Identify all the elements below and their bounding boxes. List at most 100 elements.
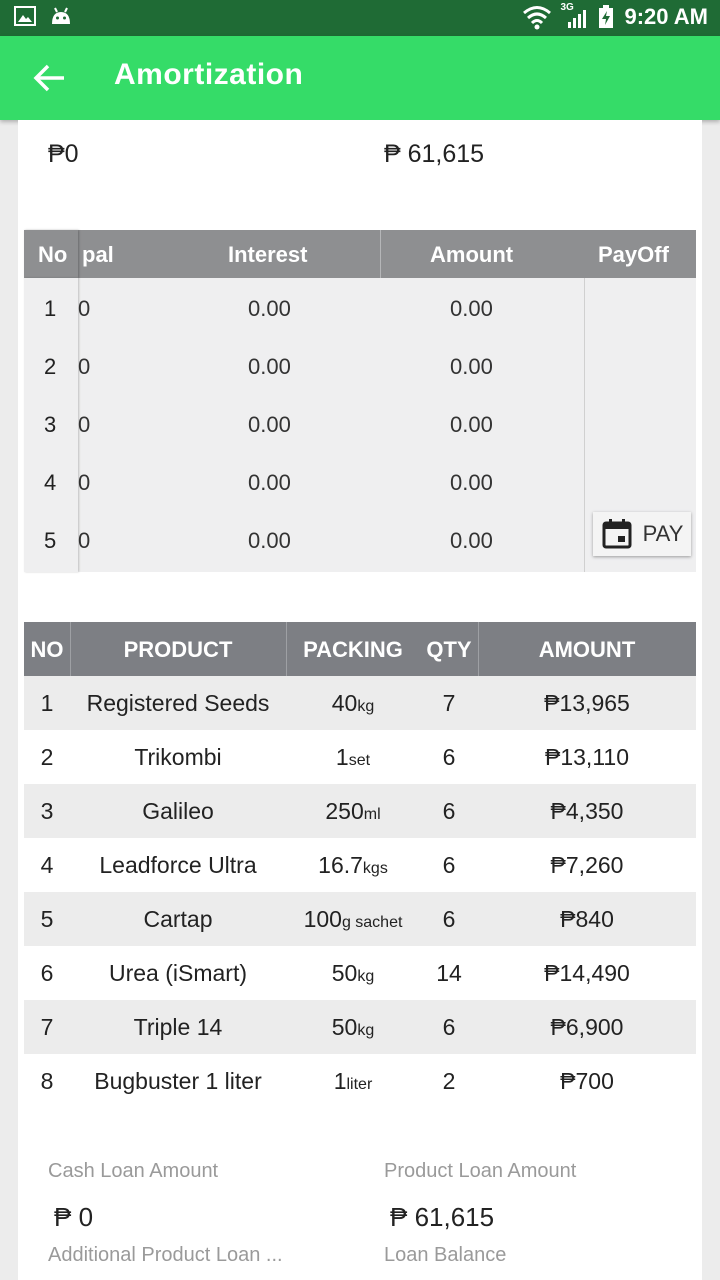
qty-cell: 6 bbox=[442, 852, 456, 878]
pay-button-label: PAY bbox=[642, 521, 684, 546]
row-number: 2 bbox=[44, 354, 57, 379]
packing-unit: kg bbox=[357, 968, 375, 985]
qty-cell: 6 bbox=[442, 906, 456, 932]
no-cell: 3 bbox=[40, 798, 54, 824]
packing-size: 50 bbox=[331, 960, 358, 986]
amortization-table[interactable]: pal Interest Amount PayOff No 0 0.00 0.0… bbox=[24, 230, 696, 572]
col-packing: PACKING bbox=[303, 637, 403, 662]
row-number: 5 bbox=[44, 528, 57, 553]
packing-cell: 40kg bbox=[286, 690, 420, 717]
product-cell: Trikombi bbox=[134, 744, 222, 770]
packing-size: 1 bbox=[335, 744, 349, 770]
product-cell: Cartap bbox=[143, 906, 213, 932]
principal-cell: 0 bbox=[78, 528, 91, 553]
table-row: 2 Trikombi 1set 6 ₱13,110 bbox=[24, 730, 696, 784]
pay-button[interactable]: PAY bbox=[593, 512, 691, 556]
packing-cell: 1liter bbox=[286, 1068, 420, 1095]
interest-cell: 0.00 bbox=[248, 296, 291, 321]
table-row: 4 Leadforce Ultra 16.7kgs 6 ₱7,260 bbox=[24, 838, 696, 892]
col-qty: QTY bbox=[426, 637, 472, 662]
no-cell: 2 bbox=[40, 744, 54, 770]
amount-cell: ₱7,260 bbox=[550, 852, 624, 878]
interest-cell: 0.00 bbox=[248, 528, 291, 553]
packing-cell: 100g sachet bbox=[286, 906, 420, 933]
packing-size: 50 bbox=[331, 1014, 358, 1040]
amount-cell: ₱840 bbox=[560, 906, 614, 932]
packing-unit: kg bbox=[357, 698, 375, 715]
table-row: 8 Bugbuster 1 liter 1liter 2 ₱700 bbox=[24, 1054, 696, 1108]
table-row: 7 Triple 14 50kg 6 ₱6,900 bbox=[24, 1000, 696, 1054]
packing-cell: 250ml bbox=[286, 798, 420, 825]
table-row: 6 Urea (iSmart) 50kg 14 ₱14,490 bbox=[24, 946, 696, 1000]
content-card: ₱0 ₱ 61,615 pal Interest Amount PayOff N… bbox=[18, 120, 702, 1280]
packing-size: 16.7 bbox=[318, 852, 363, 878]
packing-cell: 1set bbox=[286, 744, 420, 771]
packing-unit: kgs bbox=[362, 860, 388, 877]
qty-cell: 6 bbox=[442, 798, 456, 824]
principal-cell: 0 bbox=[78, 470, 91, 495]
page-title: Amortization bbox=[114, 58, 304, 91]
top-value-right: ₱ 61,615 bbox=[384, 140, 485, 168]
amount-cell: 0.00 bbox=[450, 528, 493, 553]
table-row: 3 Galileo 250ml 6 ₱4,350 bbox=[24, 784, 696, 838]
packing-cell: 50kg bbox=[286, 960, 420, 987]
product-cell: Leadforce Ultra bbox=[99, 852, 257, 878]
principal-cell: 0 bbox=[78, 412, 91, 437]
packing-unit: g sachet bbox=[341, 914, 403, 931]
amount-cell: 0.00 bbox=[450, 296, 493, 321]
no-cell: 6 bbox=[40, 960, 54, 986]
no-cell: 8 bbox=[40, 1068, 54, 1094]
qty-cell: 2 bbox=[442, 1068, 456, 1094]
amount-cell: ₱13,110 bbox=[545, 744, 629, 770]
amount-cell: 0.00 bbox=[450, 412, 493, 437]
table-row: 1 Registered Seeds 40kg 7 ₱13,965 bbox=[24, 676, 696, 730]
back-arrow-icon[interactable] bbox=[32, 62, 68, 94]
header-divider bbox=[380, 230, 381, 278]
amount-cell: ₱6,900 bbox=[550, 1014, 624, 1040]
product-loan-value: ₱ 61,615 bbox=[390, 1202, 495, 1232]
android-icon bbox=[52, 7, 70, 24]
col-payoff: PayOff bbox=[598, 242, 669, 267]
amount-cell: ₱13,965 bbox=[544, 690, 630, 716]
amount-cell: ₱4,350 bbox=[550, 798, 624, 824]
gallery-icon bbox=[14, 6, 36, 26]
principal-cell: 0 bbox=[78, 296, 91, 321]
product-loan-label: Product Loan Amount bbox=[384, 1160, 577, 1182]
qty-cell: 6 bbox=[442, 744, 456, 770]
packing-cell: 50kg bbox=[286, 1014, 420, 1041]
no-cell: 5 bbox=[40, 906, 54, 932]
packing-size: 100 bbox=[303, 906, 342, 932]
qty-cell: 6 bbox=[442, 1014, 456, 1040]
fixed-no-column: 1 2 3 4 5 bbox=[24, 278, 78, 572]
amount-cell: 0.00 bbox=[450, 354, 493, 379]
product-cell: Galileo bbox=[142, 798, 214, 824]
no-cell: 7 bbox=[40, 1014, 54, 1040]
packing-size: 1 bbox=[333, 1068, 347, 1094]
col-amount: Amount bbox=[430, 242, 514, 267]
packing-cell: 16.7kgs bbox=[286, 852, 420, 879]
col-product: PRODUCT bbox=[123, 637, 233, 662]
product-table-header: NO PRODUCT PACKING QTY AMOUNT bbox=[24, 622, 696, 676]
loan-balance-label: Loan Balance bbox=[384, 1244, 507, 1266]
packing-unit: ml bbox=[363, 806, 381, 823]
interest-cell: 0.00 bbox=[248, 354, 291, 379]
payoff-column: PAY bbox=[584, 278, 697, 572]
col-no-header: No bbox=[24, 230, 78, 278]
packing-unit: liter bbox=[346, 1076, 373, 1093]
interest-cell: 0.00 bbox=[248, 412, 291, 437]
col-interest: Interest bbox=[228, 242, 308, 267]
product-cell: Registered Seeds bbox=[86, 690, 270, 716]
row-number: 1 bbox=[44, 296, 57, 321]
packing-unit: kg bbox=[357, 1022, 375, 1039]
packing-size: 250 bbox=[325, 798, 364, 824]
no-cell: 1 bbox=[40, 690, 54, 716]
cash-loan-value: ₱ 0 bbox=[54, 1202, 94, 1232]
amount-cell: 0.00 bbox=[450, 470, 493, 495]
calendar-icon bbox=[602, 519, 632, 549]
top-value-left: ₱0 bbox=[48, 140, 79, 168]
col-principal: pal bbox=[82, 242, 114, 267]
product-table-body: 1 Registered Seeds 40kg 7 ₱13,965 2 Trik… bbox=[24, 676, 696, 1108]
additional-loan-label: Additional Product Loan ... bbox=[48, 1244, 283, 1266]
interest-cell: 0.00 bbox=[248, 470, 291, 495]
product-cell: Urea (iSmart) bbox=[108, 960, 247, 986]
